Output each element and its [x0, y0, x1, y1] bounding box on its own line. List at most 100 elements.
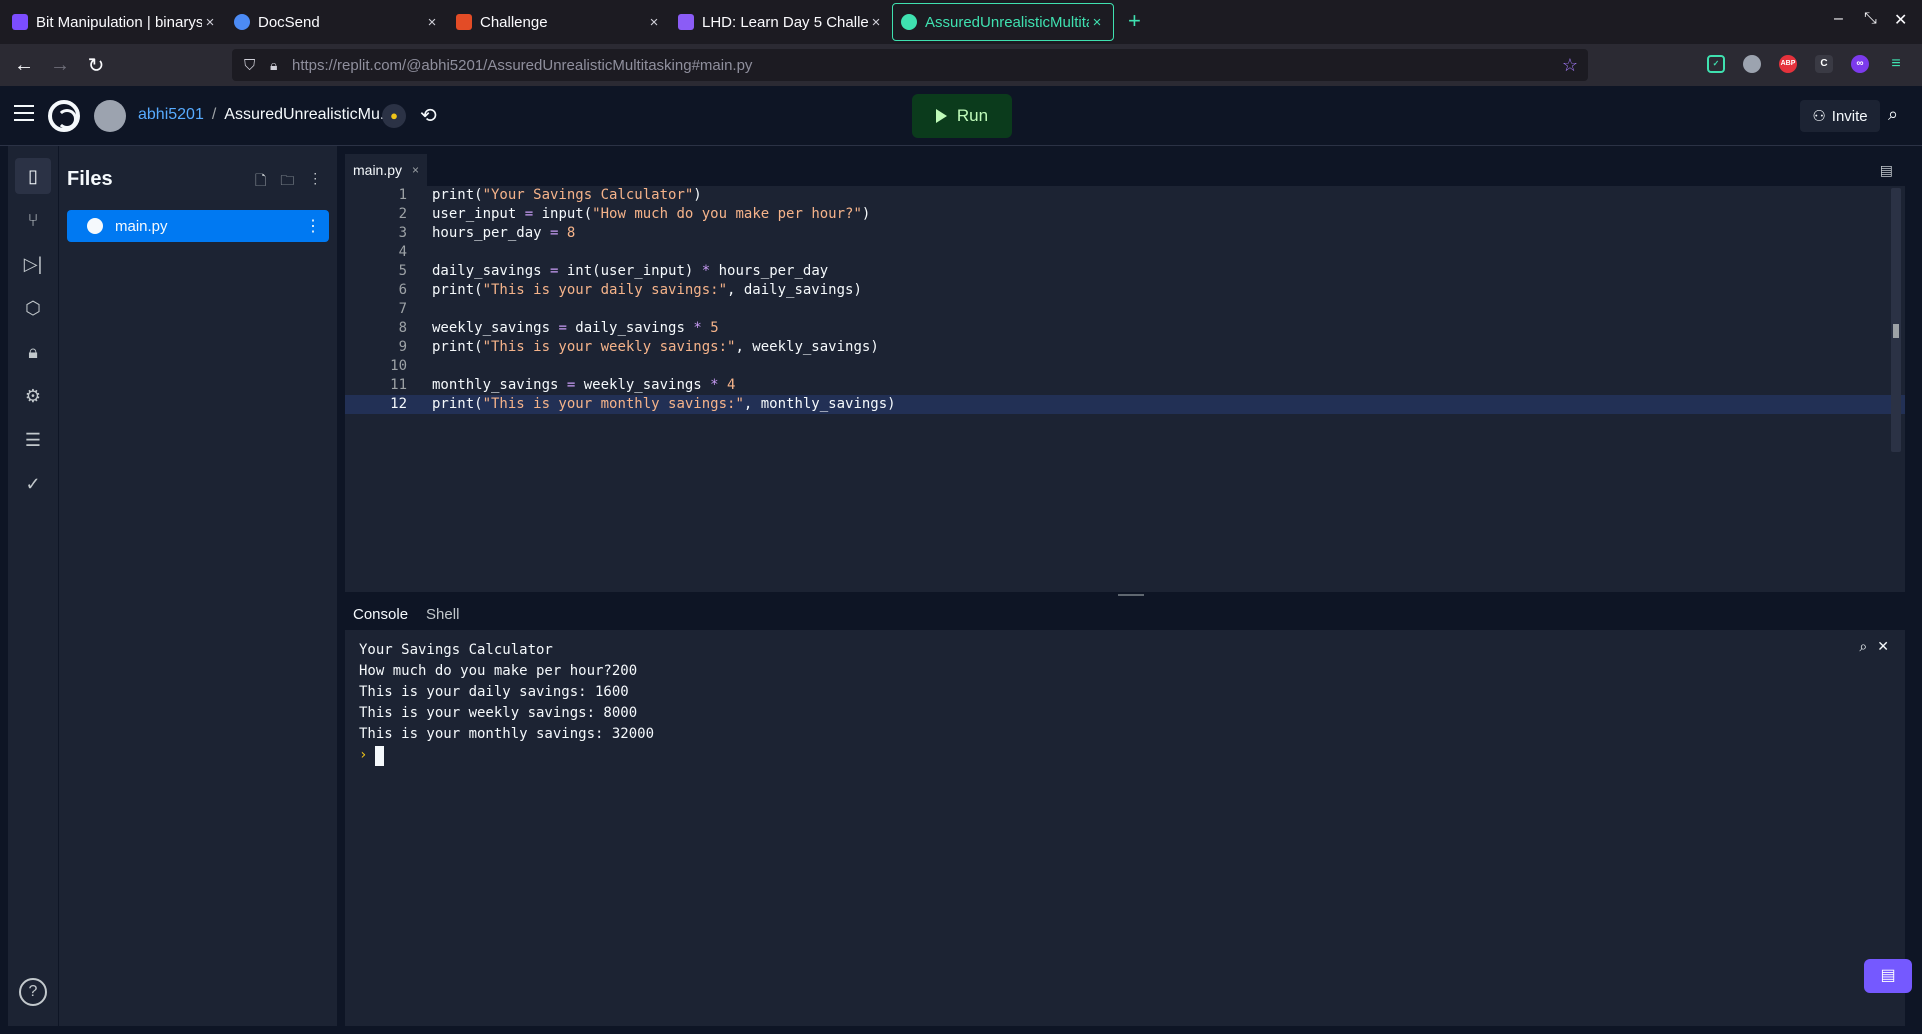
clear-console-icon[interactable]: ✕ — [1877, 638, 1889, 655]
lock-icon[interactable]: 🔒︎ — [270, 57, 277, 74]
replit-favicon-icon — [901, 14, 917, 30]
version-control-icon[interactable]: ⑂ — [15, 202, 51, 238]
debugger-icon[interactable]: ▷| — [15, 246, 51, 282]
file-menu-icon[interactable]: ⋮ — [305, 216, 321, 236]
code-lines[interactable]: 1 print("Your Savings Calculator") 2 user_i… — [345, 186, 1905, 414]
file-actions: 🗋 🗀 ⋮ — [255, 170, 322, 194]
editor-tab-label: main.py — [353, 162, 403, 178]
line-code[interactable]: hours_per_day = 8 — [432, 224, 575, 243]
pane-resize-handle[interactable] — [1118, 594, 1144, 596]
invite-label: Invite — [1831, 107, 1868, 125]
reload-icon[interactable]: ↻ — [78, 53, 114, 78]
help-icon[interactable]: ? — [19, 978, 47, 1006]
files-pane: Files 🗋 🗀 ⋮ main.py ⋮ — [59, 146, 337, 1026]
url-bar[interactable]: ⛉ 🔒︎ https://replit.com/@abhi5201/Assure… — [232, 49, 1588, 81]
code-line[interactable]: 6 print("This is your daily savings:", da… — [345, 281, 1905, 300]
code-line[interactable]: 8 weekly_savings = daily_savings * 5 — [345, 319, 1905, 338]
line-code[interactable]: print("This is your monthly savings:", m… — [432, 395, 896, 414]
close-window-icon[interactable]: ✕ — [1894, 10, 1907, 30]
new-tab-button[interactable]: + — [1128, 8, 1141, 34]
breadcrumb-separator: / — [211, 106, 217, 123]
docsend-favicon-icon — [234, 14, 250, 30]
scrollbar-thumb[interactable] — [1893, 324, 1899, 338]
menu-icon[interactable]: ≡ — [1887, 55, 1905, 73]
back-icon[interactable]: ← — [6, 54, 42, 77]
new-file-icon[interactable]: 🗋 — [255, 170, 266, 194]
search-icon[interactable]: ⌕ — [1859, 638, 1867, 655]
unit-tests-check-icon[interactable]: ✓ — [15, 466, 51, 502]
new-folder-icon[interactable]: 🗀 — [280, 170, 294, 194]
run-label: Run — [956, 106, 989, 125]
browser-tab-docsend[interactable]: DocSend × — [226, 3, 448, 41]
close-icon[interactable]: × — [1089, 14, 1105, 31]
code-line[interactable]: 2 user_input = input("How much do you mak… — [345, 205, 1905, 224]
line-number: 3 — [398, 225, 407, 241]
run-button[interactable]: Run — [912, 94, 1012, 138]
line-number: 11 — [390, 377, 407, 393]
tab-shell[interactable]: Shell — [426, 606, 459, 623]
line-code[interactable]: print("Your Savings Calculator") — [432, 186, 702, 205]
close-icon[interactable]: × — [412, 163, 419, 177]
line-code[interactable]: weekly_savings = daily_savings * 5 — [432, 319, 719, 338]
url-text[interactable]: https://replit.com/@abhi5201/AssuredUnre… — [292, 57, 752, 74]
hamburger-menu-icon[interactable] — [14, 105, 34, 121]
adblock-icon[interactable]: ABP — [1779, 55, 1797, 73]
line-code[interactable]: monthly_savings = weekly_savings * 4 — [432, 376, 735, 395]
purple-extension-icon[interactable]: ∞ — [1851, 55, 1869, 73]
restore-icon[interactable]: ⤡ — [1864, 10, 1877, 28]
line-code[interactable]: print("This is your daily savings:", dai… — [432, 281, 862, 300]
forward-icon[interactable]: → — [42, 54, 78, 77]
bookmark-star-icon[interactable]: ☆ — [1562, 55, 1578, 76]
chat-feedback-button[interactable]: ▤ — [1864, 959, 1912, 993]
code-line[interactable]: 11 monthly_savings = weekly_savings * 4 — [345, 376, 1905, 395]
file-item-main-py[interactable]: main.py ⋮ — [67, 210, 329, 242]
tab-console[interactable]: Console — [353, 606, 408, 623]
code-line[interactable]: 12 print("This is your monthly savings:",… — [345, 395, 1905, 414]
minimize-icon[interactable]: – — [1834, 10, 1843, 28]
database-icon[interactable]: ☰ — [15, 422, 51, 458]
code-editor[interactable]: main.py × ▤ 1 print("Your Savings Calcula… — [345, 154, 1905, 592]
editor-layout-icon[interactable]: ▤ — [1880, 162, 1893, 179]
code-line[interactable]: 1 print("Your Savings Calculator") — [345, 186, 1905, 205]
code-line[interactable]: 4 — [345, 243, 1905, 262]
files-icon[interactable]: ▯ — [15, 158, 51, 194]
replit-logo-icon[interactable] — [48, 100, 80, 132]
close-icon[interactable]: × — [202, 14, 218, 31]
avatar[interactable] — [94, 100, 126, 132]
console-output-line: This is your daily savings: 1600 — [359, 684, 629, 700]
line-number: 4 — [398, 244, 407, 260]
editor-tab-main-py[interactable]: main.py × — [345, 154, 428, 186]
line-code[interactable]: daily_savings = int(user_input) * hours_… — [432, 262, 828, 281]
browser-tab-bit-manipulation[interactable]: Bit Manipulation | binaryse × — [4, 3, 226, 41]
python-language-icon[interactable]: ● — [382, 104, 406, 128]
close-icon[interactable]: × — [868, 14, 884, 31]
close-icon[interactable]: × — [424, 14, 440, 31]
pocket-icon[interactable]: ✓ — [1707, 55, 1725, 73]
code-line[interactable]: 3 hours_per_day = 8 — [345, 224, 1905, 243]
invite-button[interactable]: ⚇ Invite — [1800, 100, 1880, 132]
shield-icon[interactable]: ⛉ — [244, 57, 255, 74]
history-icon[interactable]: ⟲ — [420, 103, 437, 128]
extension-avatar-icon[interactable] — [1743, 55, 1761, 73]
settings-gear-icon[interactable]: ⚙ — [15, 378, 51, 414]
editor-scrollbar[interactable] — [1891, 188, 1901, 452]
line-code[interactable]: user_input = input("How much do you make… — [432, 205, 870, 224]
search-icon[interactable]: ⌕ — [1888, 104, 1898, 125]
repl-name[interactable]: AssuredUnrealisticMu... — [224, 106, 393, 124]
secrets-lock-icon[interactable]: 🔒︎ — [15, 334, 51, 370]
code-line[interactable]: 7 — [345, 300, 1905, 319]
c-extension-icon[interactable]: C — [1815, 55, 1833, 73]
line-code[interactable]: print("This is your weekly savings:", we… — [432, 338, 879, 357]
console-output-area[interactable]: Your Savings Calculator How much do you m… — [345, 630, 1905, 1026]
browser-tab-replit[interactable]: AssuredUnrealisticMultitas × — [892, 3, 1114, 41]
code-line[interactable]: 5 daily_savings = int(user_input) * hours… — [345, 262, 1905, 281]
browser-tab-challenge[interactable]: Challenge × — [448, 3, 670, 41]
console-prompt[interactable]: › — [359, 745, 654, 766]
code-line[interactable]: 10 — [345, 357, 1905, 376]
more-options-icon[interactable]: ⋮ — [308, 170, 322, 194]
code-line[interactable]: 9 print("This is your weekly savings:", w… — [345, 338, 1905, 357]
packages-icon[interactable]: ⬡ — [15, 290, 51, 326]
browser-tab-lhd[interactable]: LHD: Learn Day 5 Challeng × — [670, 3, 892, 41]
username-link[interactable]: abhi5201 — [138, 106, 204, 124]
close-icon[interactable]: × — [646, 14, 662, 31]
